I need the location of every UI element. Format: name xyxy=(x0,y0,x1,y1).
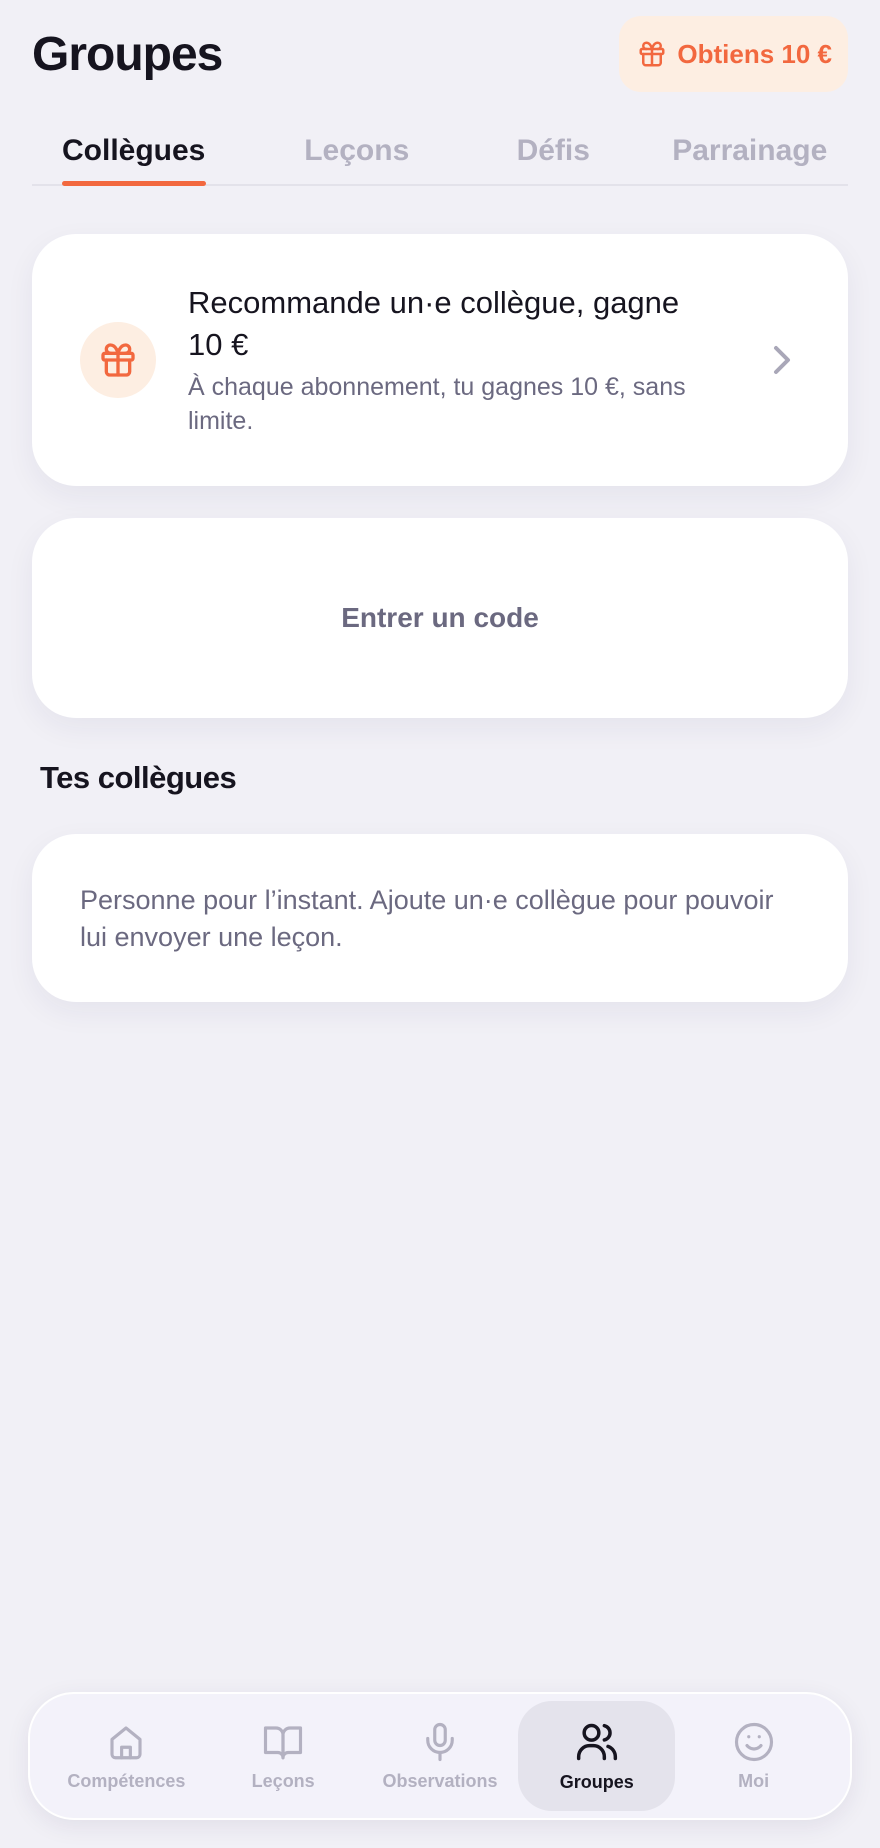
book-icon xyxy=(262,1721,304,1763)
colleagues-section-title: Tes collègues xyxy=(40,760,237,795)
empty-state-text: Personne pour l’instant. Ajoute un·e col… xyxy=(80,885,774,952)
colleagues-empty-state: Personne pour l’instant. Ajoute un·e col… xyxy=(32,834,848,1002)
gift-icon xyxy=(637,39,667,69)
referral-subtitle: À chaque abonnement, tu gagnes 10 €, san… xyxy=(188,373,686,435)
tab-parrainage[interactable]: Parrainage xyxy=(652,128,849,184)
tab-defis[interactable]: Défis xyxy=(455,128,652,184)
nav-label: Leçons xyxy=(251,1770,315,1791)
groupes-screen: Groupes Obtiens 10 € Collègues Leçons Dé… xyxy=(0,0,880,1848)
promo-label: Obtiens 10 € xyxy=(677,38,832,69)
home-icon xyxy=(105,1721,147,1763)
gift-icon xyxy=(98,340,138,380)
referral-card[interactable]: Recommande un·e collègue, gagne 10 € À c… xyxy=(32,234,848,486)
page-title: Groupes xyxy=(32,27,223,81)
nav-label: Compétences xyxy=(67,1770,186,1791)
tab-bar: Collègues Leçons Défis Parrainage xyxy=(32,128,848,186)
nav-item-observations[interactable]: Observations xyxy=(362,1701,519,1811)
chevron-right-icon xyxy=(772,344,792,376)
nav-label: Observations xyxy=(382,1770,498,1791)
enter-code-label: Entrer un code xyxy=(341,602,539,633)
tab-lecons[interactable]: Leçons xyxy=(259,128,456,184)
tab-collegues[interactable]: Collègues xyxy=(32,128,259,186)
enter-code-button[interactable]: Entrer un code xyxy=(32,518,848,718)
nav-item-moi[interactable]: Moi xyxy=(675,1701,832,1811)
bottom-navigation: Compétences Leçons Observations Groupes … xyxy=(28,1692,852,1820)
promo-button[interactable]: Obtiens 10 € xyxy=(619,16,848,92)
nav-item-lecons[interactable]: Leçons xyxy=(205,1701,362,1811)
users-icon xyxy=(575,1720,619,1764)
nav-label: Groupes xyxy=(559,1771,634,1792)
nav-label: Moi xyxy=(738,1770,770,1791)
smiley-icon xyxy=(733,1721,775,1763)
nav-item-competences[interactable]: Compétences xyxy=(48,1701,205,1811)
nav-item-groupes[interactable]: Groupes xyxy=(518,1701,676,1811)
microphone-icon xyxy=(419,1721,461,1763)
header: Groupes Obtiens 10 € xyxy=(32,16,848,92)
referral-icon-badge xyxy=(80,322,156,398)
referral-title: Recommande un·e collègue, gagne 10 € xyxy=(188,285,680,362)
